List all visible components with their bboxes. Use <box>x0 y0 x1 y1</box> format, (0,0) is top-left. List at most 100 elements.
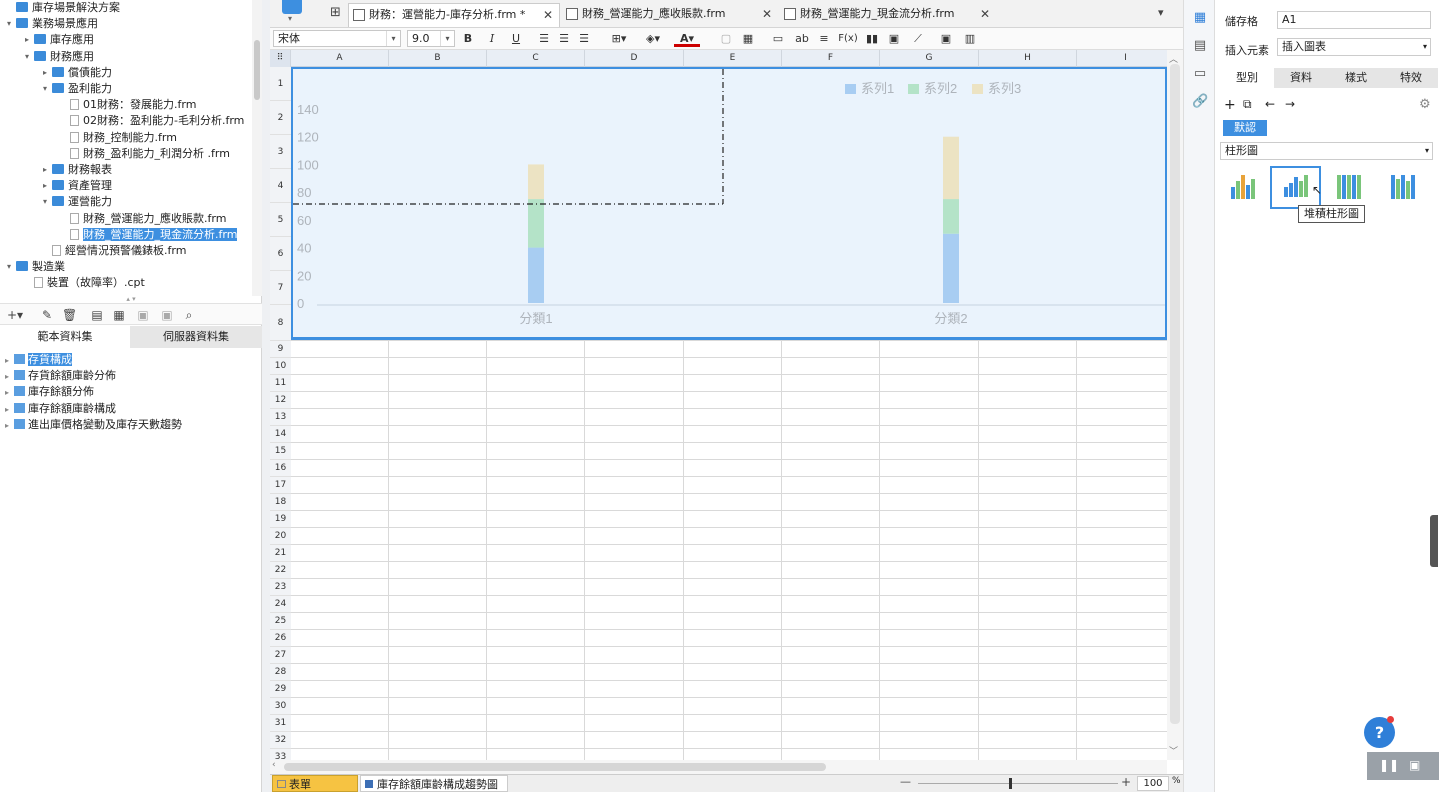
tree-item[interactable]: 財務_營運能力_現金流分析.frm <box>70 227 238 243</box>
percent-stacked-bar-type-icon[interactable] <box>1325 166 1375 209</box>
player-controls[interactable]: ❚❚ ▣ <box>1367 752 1439 780</box>
column-header-cell[interactable]: A <box>291 50 389 67</box>
row-header-cell[interactable]: 30 <box>270 698 291 715</box>
tree-toggle-icon[interactable]: ▸ <box>40 178 50 194</box>
splitter-handle[interactable]: ▴ ▾ <box>0 296 262 303</box>
row-header-cell[interactable]: 20 <box>270 528 291 545</box>
scroll-left-icon[interactable]: ‹ <box>272 760 276 770</box>
merge-cell-icon[interactable]: ▢ <box>718 31 734 47</box>
row-header-cell[interactable]: 29 <box>270 681 291 698</box>
zoom-slider-track[interactable] <box>918 783 1118 784</box>
zoom-input[interactable]: 100 <box>1137 776 1169 791</box>
row-header-cell[interactable]: 24 <box>270 596 291 613</box>
expand-icon[interactable]: ▸ <box>0 418 14 434</box>
row-header-cell[interactable]: 6 <box>270 237 291 271</box>
font-color-icon[interactable]: A▾ <box>674 31 700 47</box>
text-icon[interactable]: ab <box>792 31 812 47</box>
cell-attribute-icon[interactable]: ▤ <box>1192 38 1208 54</box>
grid-view-icon[interactable]: ⊞ <box>330 5 341 20</box>
insert-element-select[interactable]: 插入圖表 ▾ <box>1277 38 1431 56</box>
tree-item[interactable]: 經營情況預警儀錶板.frm <box>52 243 186 259</box>
row-header-cell[interactable]: 7 <box>270 271 291 305</box>
person-icon[interactable]: ▣ <box>1409 758 1420 772</box>
scroll-down-icon[interactable]: ﹀ <box>1169 744 1178 757</box>
side-drawer-handle[interactable] <box>1430 515 1438 567</box>
tab-effect[interactable]: 特效 <box>1384 68 1438 88</box>
row-header-cell[interactable]: 8 <box>270 305 291 341</box>
tree-item[interactable]: 02財務：盈利能力-毛利分析.frm <box>70 113 244 129</box>
align-right-icon[interactable]: ☰ <box>576 31 592 47</box>
column-header-cell[interactable]: C <box>487 50 585 67</box>
tree-item[interactable]: ▾ 運營能力 <box>43 194 112 210</box>
tree-toggle-icon[interactable]: ▾ <box>22 49 32 65</box>
tree-item[interactable]: ▸ 償債能力 <box>43 65 112 81</box>
gear-icon[interactable]: ⚙ <box>1419 97 1431 112</box>
tree-scrollbar[interactable] <box>252 0 262 296</box>
expand-icon[interactable]: ▸ <box>0 353 14 369</box>
row-header-cell[interactable]: 27 <box>270 647 291 664</box>
tree-item[interactable]: 財務_控制能力.frm <box>70 130 177 146</box>
tree-item[interactable]: ▸ 財務報表 <box>43 162 112 178</box>
add-dataset-icon[interactable]: +▾ <box>4 308 26 322</box>
row-header-cell[interactable]: 4 <box>270 169 291 203</box>
tree-item[interactable]: 財務_盈利能力_利潤分析 .frm <box>70 146 230 162</box>
move-left-icon[interactable]: ← <box>1265 97 1275 111</box>
row-header-cell[interactable]: 33 <box>270 749 291 760</box>
slash-icon[interactable]: ⟋ <box>910 31 926 47</box>
row-header-cell[interactable]: 19 <box>270 511 291 528</box>
dataset-item[interactable]: ▸ 庫存餘額分佈 <box>0 384 94 400</box>
tab-style[interactable]: 樣式 <box>1329 68 1383 88</box>
preview-icon[interactable]: ▤ <box>90 308 104 322</box>
align-left-icon[interactable]: ☰ <box>536 31 552 47</box>
italic-button[interactable]: I <box>484 31 500 47</box>
tree-toggle-icon[interactable]: ▸ <box>22 32 32 48</box>
scrollbar-thumb[interactable] <box>284 763 826 771</box>
tab-server-dataset[interactable]: 伺服器資料集 <box>130 326 262 348</box>
row-header-cell[interactable]: 10 <box>270 358 291 375</box>
close-icon[interactable]: ✕ <box>980 3 990 25</box>
row-header-cell[interactable]: 3 <box>270 135 291 169</box>
pause-icon[interactable]: ❚❚ <box>1379 758 1399 772</box>
tree-item[interactable]: ▸ 資產管理 <box>43 178 112 194</box>
tab-inventory-analysis[interactable]: 財務：運營能力-庫存分析.frm * ✕ <box>348 3 560 27</box>
tree-toggle-icon[interactable]: ▸ <box>40 162 50 178</box>
zoom-out-button[interactable]: — <box>900 775 911 788</box>
tree-toggle-icon[interactable]: ▾ <box>40 194 50 210</box>
tree-item[interactable]: 裝置（故障率）.cpt <box>34 275 145 291</box>
underline-button[interactable]: U <box>508 31 524 47</box>
tree-item[interactable]: ▾ 業務場景應用 <box>7 16 98 32</box>
dataset-item[interactable]: ▸ 進出庫價格變動及庫存天數趨勢 <box>0 417 182 433</box>
edit-icon[interactable]: ✎ <box>40 308 54 322</box>
column-header-cell[interactable]: I <box>1077 50 1167 67</box>
chart-icon[interactable]: ▮▮ <box>864 31 880 47</box>
column-header-cell[interactable]: E <box>684 50 782 67</box>
table-icon[interactable]: ▦ <box>740 31 756 47</box>
tree-toggle-icon[interactable]: ▾ <box>4 16 14 32</box>
border-icon[interactable]: ⊞▾ <box>606 31 632 47</box>
row-header-cell[interactable]: 18 <box>270 494 291 511</box>
chart-cell-a1[interactable]: 0 20 40 60 80 100 120 140 分類1 分類2 系列1 系列2 系列3 <box>291 67 1167 340</box>
row-header-cell[interactable]: 2 <box>270 101 291 135</box>
hyperlink-icon[interactable]: 🔗 <box>1192 94 1208 110</box>
menu-arrow-icon[interactable]: ▾ <box>288 14 292 23</box>
tree-toggle-icon[interactable]: ▾ <box>4 259 14 275</box>
paste-icon[interactable]: ▣ <box>160 308 174 322</box>
scrollbar-thumb[interactable] <box>1170 64 1180 724</box>
close-icon[interactable]: ✕ <box>543 4 553 26</box>
row-header-cell[interactable]: 26 <box>270 630 291 647</box>
grid-horizontal-scrollbar[interactable]: ‹ <box>270 760 1167 774</box>
tab-template-dataset[interactable]: 範本資料集 <box>0 326 130 348</box>
move-right-icon[interactable]: → <box>1285 97 1295 111</box>
row-header-cell[interactable]: 11 <box>270 375 291 392</box>
image-icon[interactable]: ▣ <box>886 31 902 47</box>
dataset-item[interactable]: ▸ 存貨構成 <box>0 352 72 368</box>
insert-row-icon[interactable]: ▭ <box>770 31 786 47</box>
row-header-cell[interactable]: 28 <box>270 664 291 681</box>
tree-toggle-icon[interactable]: ▾ <box>40 81 50 97</box>
select-all-corner[interactable]: ⠿ <box>270 50 291 67</box>
search-icon[interactable]: ⌕ <box>182 308 196 322</box>
tree-scrollbar-thumb[interactable] <box>254 40 260 100</box>
add-icon[interactable]: + <box>1224 97 1236 113</box>
copy-icon[interactable]: ▣ <box>136 308 150 322</box>
align-center-icon[interactable]: ☰ <box>556 31 572 47</box>
